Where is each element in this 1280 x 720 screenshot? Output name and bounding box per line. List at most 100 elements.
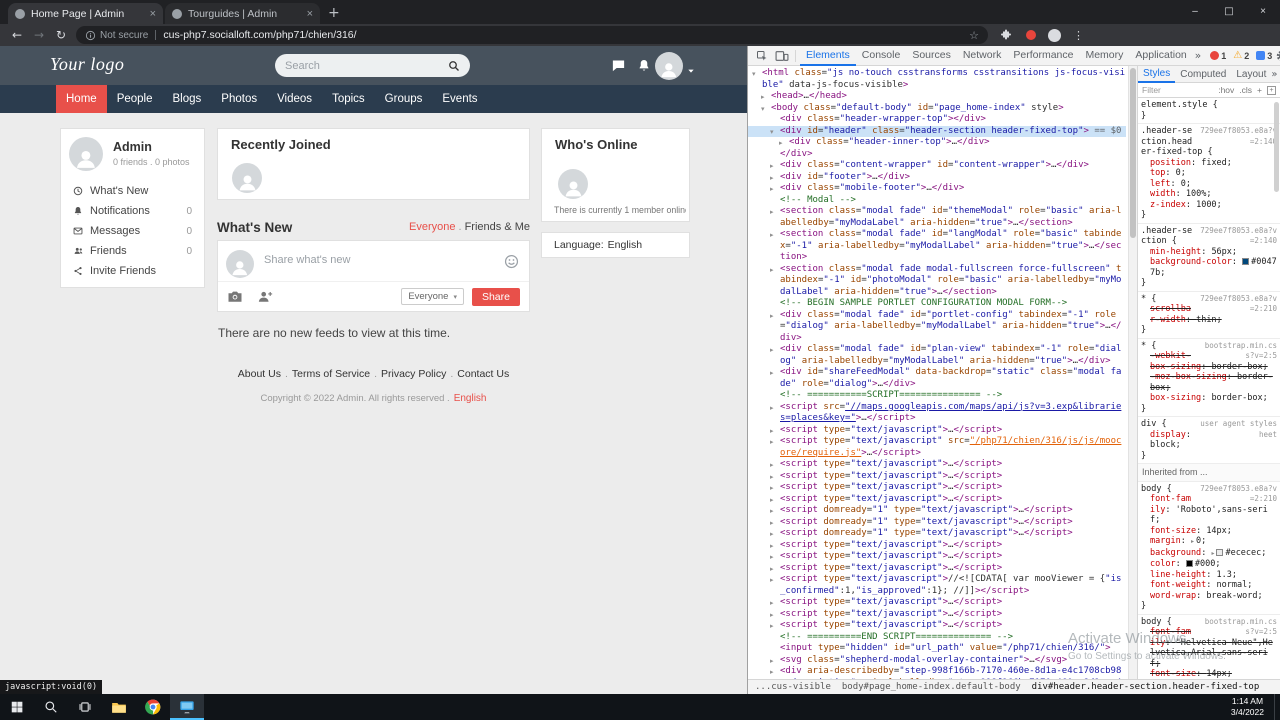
style-source-link[interactable]: 729ee7f8053.e8a?v=2:210: [1197, 294, 1277, 315]
style-property[interactable]: font-size: 14px;: [1141, 669, 1277, 679]
profile-name[interactable]: Admin: [113, 140, 152, 154]
style-rule[interactable]: bootstrap.min.css?v=2:5 * {-webkit-box-si…: [1138, 339, 1280, 417]
elements-tree-node[interactable]: ▸ <section class="modal fade" id="langMod…: [748, 229, 1126, 264]
styles-filter-input[interactable]: Filter: [1142, 85, 1213, 95]
style-rule[interactable]: 729ee7f8053.e8a?v=2:210 body {font-family…: [1138, 482, 1280, 615]
elements-tree-node[interactable]: ▸ <script type="text/javascript">…</scrip…: [748, 551, 1126, 563]
elements-tree-node[interactable]: ▸ <section class="modal fade modal-fullsc…: [748, 264, 1126, 299]
profile-avatar[interactable]: [69, 137, 103, 171]
new-rule-button[interactable]: +: [1257, 85, 1262, 95]
nav-item-photos[interactable]: Photos: [211, 85, 267, 113]
breadcrumb-item[interactable]: body#page_home-index.default-body: [842, 682, 1021, 692]
elements-tree-node[interactable]: ▸ <div class="header-inner-top">…</div>: [748, 137, 1126, 149]
tab-styles[interactable]: Styles: [1138, 66, 1176, 83]
search-input[interactable]: [285, 59, 448, 72]
devtools-tab-memory[interactable]: Memory: [1079, 46, 1129, 66]
devtools-tab-console[interactable]: Console: [856, 46, 907, 66]
style-rule[interactable]: element.style {}: [1138, 98, 1280, 124]
browser-tab[interactable]: Home Page | Admin ×: [8, 3, 163, 24]
elements-tree-node[interactable]: ▸ <script type="text/javascript">…</scrip…: [748, 540, 1126, 552]
error-badge[interactable]: 1: [1210, 51, 1226, 61]
warning-badge[interactable]: ⚠ 2: [1233, 50, 1249, 61]
devtools-tab-application[interactable]: Application: [1129, 46, 1192, 66]
sidebar-item-friends[interactable]: Friends 0: [61, 241, 204, 261]
nav-item-blogs[interactable]: Blogs: [163, 85, 212, 113]
show-desktop-button[interactable]: [1274, 694, 1280, 720]
breadcrumb-item[interactable]: ...cus-visible: [755, 682, 831, 692]
style-property[interactable]: background-color: #00477b;: [1141, 257, 1277, 278]
language-value[interactable]: English: [608, 239, 642, 251]
share-input[interactable]: [264, 251, 489, 269]
tab-close-icon[interactable]: ×: [150, 8, 156, 20]
devtools-settings-icon[interactable]: [1272, 50, 1280, 62]
elements-tree-node[interactable]: ▸ <script type="text/javascript" src="/ph…: [748, 436, 1126, 459]
media-app-icon[interactable]: [170, 694, 204, 720]
sidebar-item-notifications[interactable]: Notifications 0: [61, 201, 204, 221]
sidebar-item-what-s-new[interactable]: What's New: [61, 181, 204, 201]
back-button[interactable]: ←: [6, 28, 28, 42]
elements-tree-node[interactable]: ▸ <script type="text/javascript">…</scrip…: [748, 459, 1126, 471]
style-property[interactable]: box-sizing: border-box;: [1141, 393, 1277, 404]
more-style-tabs-icon[interactable]: »: [1271, 69, 1277, 80]
browser-menu-icon[interactable]: ⋮: [1073, 29, 1084, 42]
style-property[interactable]: line-height: 1.3;: [1141, 570, 1277, 581]
elements-scrollbar[interactable]: [1128, 66, 1137, 679]
elements-tree-node[interactable]: ▸ <head>…</head>: [748, 91, 1126, 103]
taskbar-clock[interactable]: 1:14 AM 3/4/2022: [1231, 696, 1274, 718]
style-property[interactable]: z-index: 1000;: [1141, 200, 1277, 211]
tag-friends-icon[interactable]: [257, 290, 273, 303]
elements-tree-node[interactable]: ▸ <script type="text/javascript">//<![CDA…: [748, 574, 1126, 597]
tab-close-icon[interactable]: ×: [307, 8, 313, 20]
extensions-icon[interactable]: [1000, 29, 1012, 41]
devtools-tab-elements[interactable]: Elements: [800, 46, 856, 66]
style-rule[interactable]: user agent stylesheet div {display: block…: [1138, 417, 1280, 464]
minimize-button[interactable]: –: [1178, 0, 1212, 24]
elements-tree-node[interactable]: ▾ <body class="default-body" id="page_hom…: [748, 103, 1126, 115]
user-avatar[interactable]: [655, 52, 683, 80]
style-property[interactable]: top: 0;: [1141, 168, 1277, 179]
elements-tree-node[interactable]: ▸ <div class="modal fade" id="plan-view" …: [748, 344, 1126, 367]
elements-tree-node[interactable]: ▸ <script domready="1" type="text/javascr…: [748, 528, 1126, 540]
devtools-tab-network[interactable]: Network: [957, 46, 1008, 66]
nav-item-events[interactable]: Events: [432, 85, 487, 113]
elements-tree-node[interactable]: ▾ <html class="js no-touch csstransforms …: [748, 68, 1126, 91]
elements-tree-node[interactable]: ▸ <div aria-describedby="step-998f166b-71…: [748, 666, 1126, 679]
emoji-icon[interactable]: [504, 254, 519, 274]
online-member-avatar[interactable]: [558, 169, 588, 199]
hover-state-toggle[interactable]: :hov: [1218, 85, 1234, 95]
bookmark-star-icon[interactable]: ☆: [969, 29, 979, 42]
style-source-link[interactable]: bootstrap.min.css?v=2:5: [1197, 341, 1277, 362]
style-property[interactable]: min-height: 56px;: [1141, 247, 1277, 258]
style-property[interactable]: position: fixed;: [1141, 158, 1277, 169]
recording-extension-icon[interactable]: [1026, 30, 1036, 40]
footer-language-link[interactable]: English: [454, 393, 487, 404]
more-panels-icon[interactable]: »: [1195, 50, 1201, 62]
elements-tree-node[interactable]: ▸ <div id="shareFeedModal" data-backdrop=…: [748, 367, 1126, 390]
sidebar-item-invite-friends[interactable]: Invite Friends: [61, 261, 204, 281]
grid-icon[interactable]: +: [1267, 85, 1276, 95]
elements-tree-node[interactable]: <div class="header-wrapper-top"></div>: [748, 114, 1126, 126]
device-toolbar-icon[interactable]: [772, 49, 796, 62]
elements-tree-node-selected[interactable]: ▾ <div id="header" class="header-section …: [748, 125, 1126, 137]
site-info-icon[interactable]: [85, 30, 96, 41]
style-property[interactable]: width: 100%;: [1141, 189, 1277, 200]
elements-tree-node[interactable]: <!-- ===========SCRIPT=============== --…: [748, 390, 1126, 402]
nav-item-topics[interactable]: Topics: [322, 85, 375, 113]
chevron-down-icon[interactable]: [687, 62, 695, 80]
filter-everyone[interactable]: Everyone: [409, 221, 455, 233]
elements-tree-node[interactable]: ▸ <script domready="1" type="text/javascr…: [748, 517, 1126, 529]
style-rule[interactable]: 729ee7f8053.e8a?v=2:140 .header-section.h…: [1138, 124, 1280, 224]
chat-icon[interactable]: [611, 58, 626, 78]
elements-tree-node[interactable]: ▸ <script domready="1" type="text/javascr…: [748, 505, 1126, 517]
elements-tree-node[interactable]: ▸ <div class="mobile-footer">…</div>: [748, 183, 1126, 195]
footer-link-contact-us[interactable]: Contact Us: [457, 368, 509, 380]
photo-upload-icon[interactable]: [227, 290, 243, 303]
footer-link-privacy-policy[interactable]: Privacy Policy: [381, 368, 446, 380]
search-icon[interactable]: [448, 60, 460, 72]
site-logo[interactable]: Your logo: [50, 54, 124, 75]
elements-tree-node[interactable]: ▸ <script type="text/javascript">…</scrip…: [748, 425, 1126, 437]
tab-computed[interactable]: Computed: [1175, 67, 1231, 82]
style-property[interactable]: -moz-box-sizing: border-box;: [1141, 372, 1277, 393]
footer-link-terms-of-service[interactable]: Terms of Service: [292, 368, 370, 380]
breadcrumb-item[interactable]: div#header.header-section.header-fixed-t…: [1032, 682, 1260, 692]
